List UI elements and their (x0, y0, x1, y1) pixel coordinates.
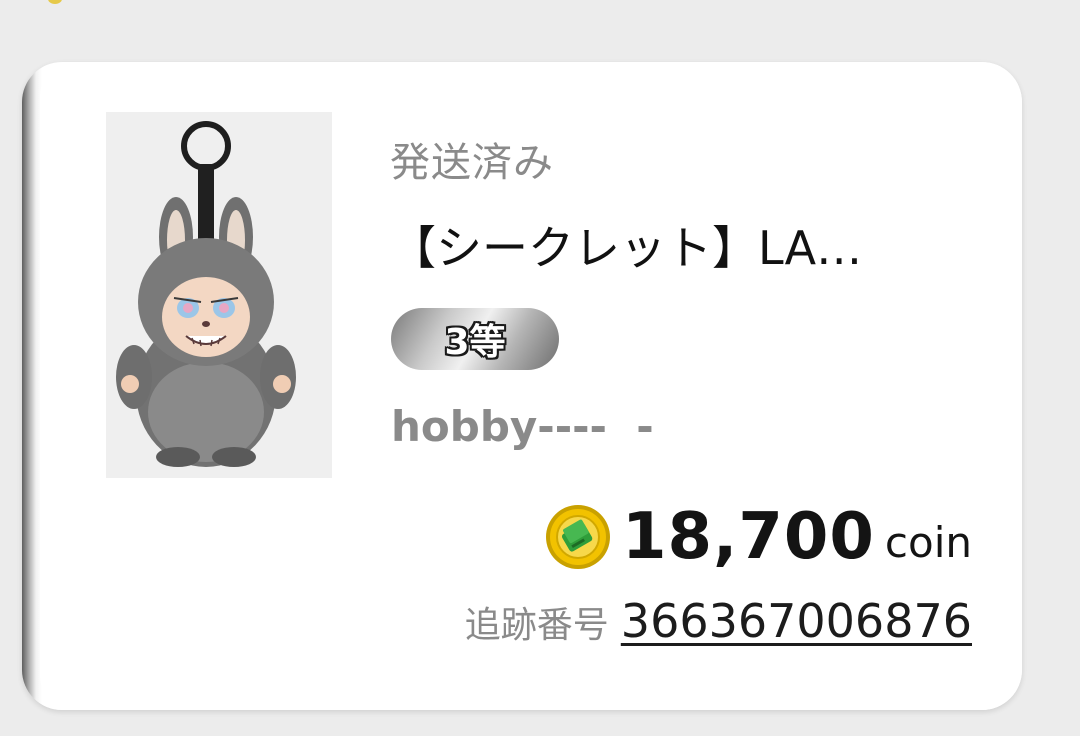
prize-rank-badge: 3等 (391, 308, 559, 370)
order-card-body: 発送済み 【シークレット】LA… 3等 hobby---- - 18,700 c… (40, 62, 1022, 710)
coin-icon (545, 505, 610, 569)
product-title[interactable]: 【シークレット】LA… (390, 212, 862, 278)
price-row: 18,700 coin (544, 500, 972, 574)
background-decoration-dot (48, 0, 62, 4)
shipping-status: 発送済み (390, 140, 554, 186)
order-card[interactable]: 発送済み 【シークレット】LA… 3等 hobby---- - 18,700 c… (22, 62, 1022, 710)
price-unit: coin (884, 517, 972, 567)
prize-rank-label: 3等 (444, 322, 506, 363)
tracking-number-link[interactable]: 366367006876 (621, 594, 972, 648)
seller-name: hobby---- - (391, 402, 654, 451)
price-amount: 18,700 (621, 500, 875, 574)
tracking-label: 追跡番号 (464, 605, 609, 646)
plush-keychain-illustration (116, 121, 296, 467)
product-image[interactable] (106, 112, 332, 478)
tracking-row: 追跡番号 366367006876 (465, 594, 972, 648)
